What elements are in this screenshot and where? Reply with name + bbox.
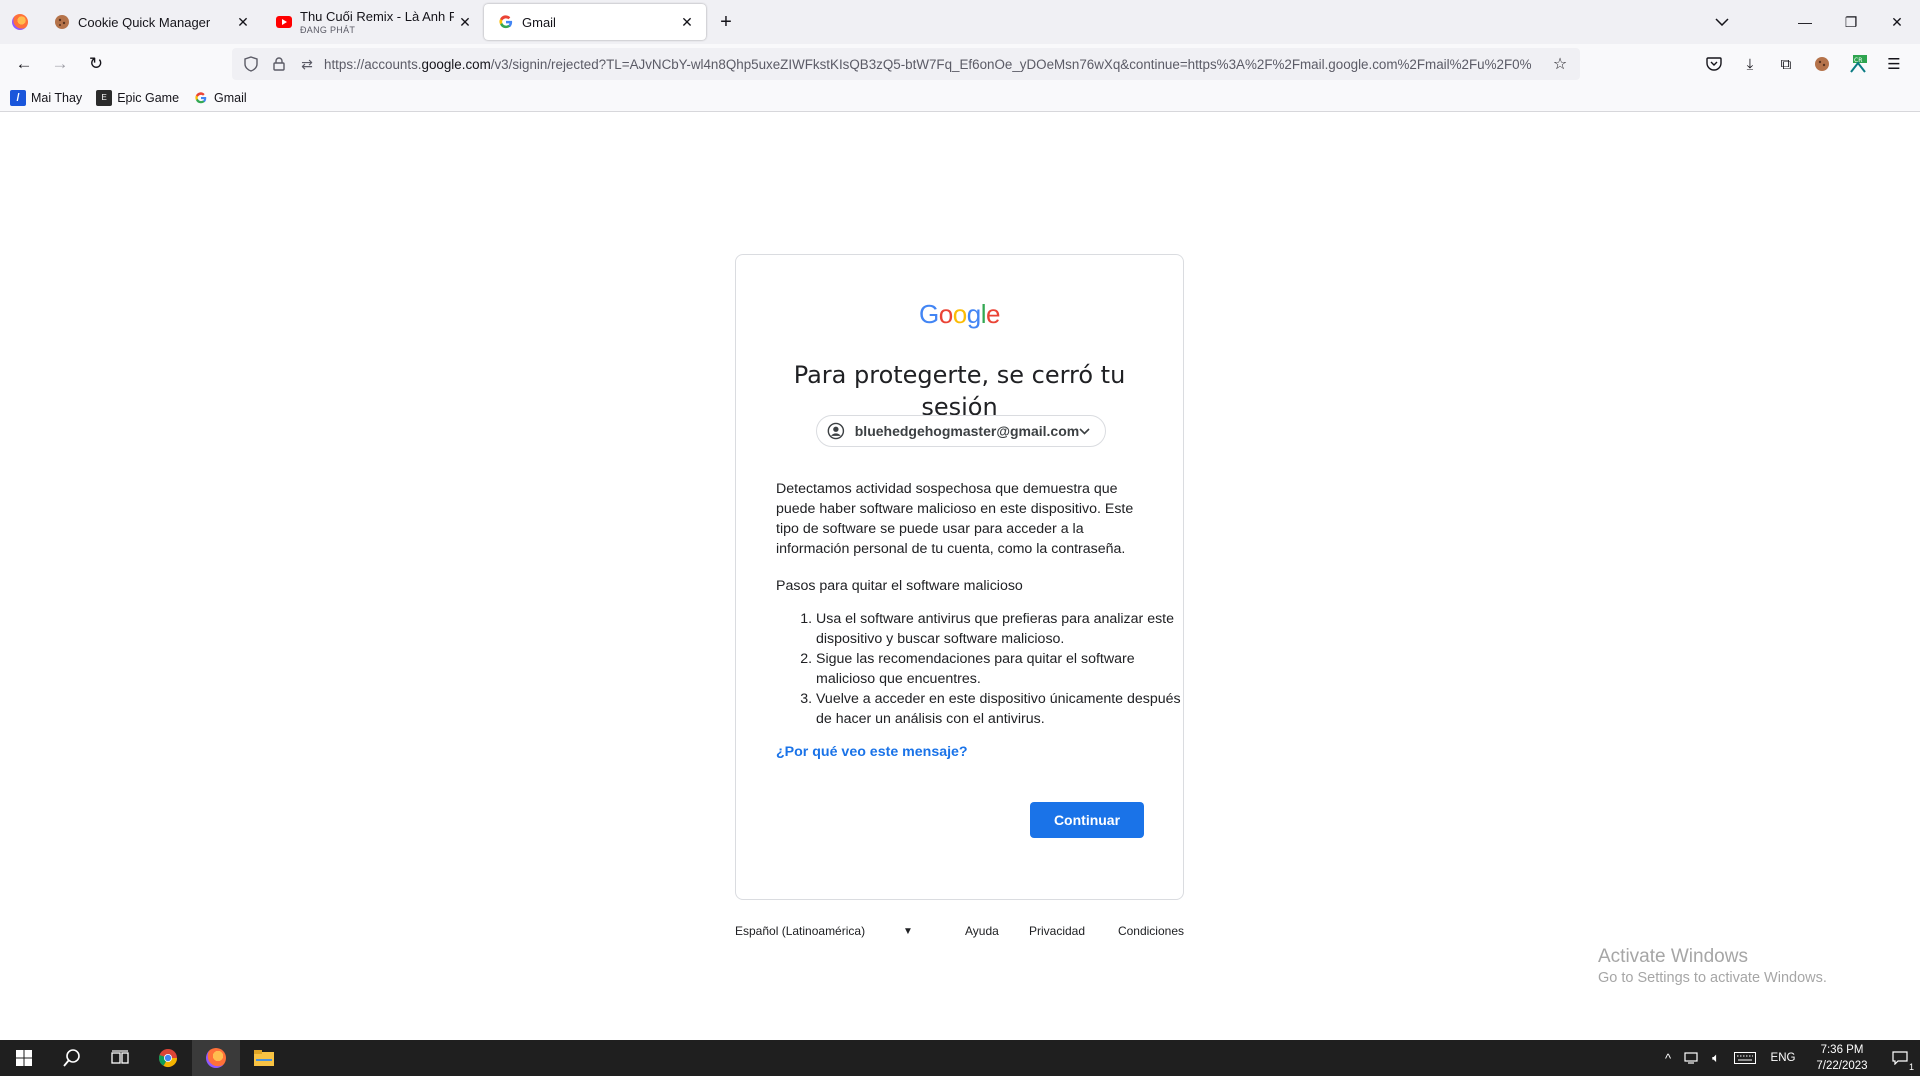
close-tab-icon[interactable]: ✕ [454, 11, 476, 33]
continue-button[interactable]: Continuar [1030, 802, 1144, 838]
google-g-icon [498, 14, 514, 30]
list-item: Usa el software antivirus que prefieras … [816, 609, 1196, 649]
list-all-tabs-chevron-icon[interactable] [1700, 0, 1744, 44]
bookmark-label: Mai Thay [31, 90, 83, 105]
firefox-view-button[interactable] [0, 0, 40, 44]
firefox-taskbar-icon[interactable] [192, 1040, 240, 1076]
signin-rejected-card: Google Para protegerte, se cerró tu sesi… [735, 254, 1184, 900]
restore-window-icon[interactable]: ❐ [1828, 0, 1874, 44]
warning-description: Detectamos actividad sospechosa que demu… [776, 481, 1134, 557]
search-icon[interactable] [48, 1040, 96, 1076]
epic-games-icon: E [96, 89, 113, 106]
google-g-icon [193, 90, 209, 106]
input-language[interactable]: ENG [1762, 1040, 1804, 1076]
bookmark-epic-game[interactable]: E Epic Game [96, 89, 180, 106]
tab-youtube[interactable]: Thu Cuối Remix - Là Anh Remix ĐANG PHÁT … [262, 4, 484, 40]
dropdown-arrow-icon[interactable]: ▼ [903, 926, 913, 937]
language-select[interactable]: Español (Latinoamérica) [735, 924, 865, 938]
show-hidden-icons-chevron-icon[interactable]: ^ [1656, 1040, 1680, 1076]
tab-cookie-quick-manager[interactable]: Cookie Quick Manager ✕ [40, 4, 262, 40]
downloads-icon[interactable]: ⤓ [1732, 48, 1768, 80]
tab-strip: Cookie Quick Manager ✕ Thu Cuối Remix - … [0, 0, 1920, 44]
tab-title: Thu Cuối Remix - Là Anh Remix [300, 9, 454, 24]
bookmark-star-icon[interactable]: ☆ [1548, 54, 1572, 74]
terms-link[interactable]: Condiciones [1118, 924, 1184, 938]
tab-title: Gmail [522, 14, 556, 30]
keyboard-icon[interactable] [1728, 1040, 1762, 1076]
watermark-subtitle: Go to Settings to activate Windows. [1598, 970, 1827, 986]
privacy-link[interactable]: Privacidad [1029, 924, 1085, 938]
bookmark-gmail[interactable]: Gmail [193, 90, 247, 106]
tab-title: Cookie Quick Manager [78, 14, 211, 30]
page-title: Para protegerte, se cerró tu sesión [793, 361, 1126, 422]
minimize-window-icon[interactable]: — [1782, 0, 1828, 44]
clock-time: 7:36 PM [1820, 1044, 1864, 1056]
tab-playing-label: ĐANG PHÁT [300, 25, 356, 35]
bookmarks-toolbar: / Mai Thay E Epic Game Gmail [0, 84, 1920, 112]
bookmark-label: Gmail [214, 90, 247, 105]
notifications-icon[interactable]: 1 [1880, 1040, 1920, 1076]
firefox-icon [12, 14, 28, 30]
list-item: Vuelve a acceder en este dispositivo úni… [816, 689, 1196, 729]
system-tray: ^ 🔈︎ ENG 7:36 PM 7/22/2023 1 [1656, 1040, 1920, 1076]
task-view-icon[interactable] [96, 1040, 144, 1076]
slash-bookmark-icon: / [10, 89, 26, 106]
cookie-icon [54, 14, 70, 30]
pocket-icon[interactable] [1696, 48, 1732, 80]
help-link[interactable]: Ayuda [965, 924, 999, 938]
close-tab-icon[interactable]: ✕ [232, 11, 254, 33]
close-tab-icon[interactable]: ✕ [676, 11, 698, 33]
navigation-toolbar: ← → ↻ ⇄ https://accounts.google.com/v3/s… [0, 44, 1920, 84]
menu-hamburger-icon[interactable]: ☰ [1876, 48, 1912, 80]
steps-list: Usa el software antivirus que prefieras … [776, 609, 1196, 729]
steps-title: Pasos para quitar el software malicioso [776, 578, 1023, 594]
activate-windows-watermark: Activate Windows Go to Settings to activ… [1598, 946, 1827, 986]
account-email: bluehedgehogmaster@gmail.com [854, 423, 1080, 439]
address-bar[interactable]: ⇄ https://accounts.google.com/v3/signin/… [232, 48, 1580, 80]
list-item: Sigue las recomendaciones para quitar el… [816, 649, 1196, 689]
cookie-extension-icon[interactable] [1804, 48, 1840, 80]
tracking-protection-shield-icon[interactable] [240, 53, 262, 75]
windows-taskbar: ^ 🔈︎ ENG 7:36 PM 7/22/2023 1 [0, 1040, 1920, 1076]
extensions-icon[interactable]: ⧉ [1768, 48, 1804, 80]
google-logo: Google [919, 299, 1000, 329]
chrome-icon[interactable] [144, 1040, 192, 1076]
url-text[interactable]: https://accounts.google.com/v3/signin/re… [324, 57, 1548, 72]
notification-count: 1 [1908, 1062, 1914, 1072]
clock[interactable]: 7:36 PM 7/22/2023 [1804, 1042, 1880, 1074]
padlock-icon[interactable] [268, 53, 290, 75]
close-window-icon[interactable]: ✕ [1874, 0, 1920, 44]
chevron-down-icon [1079, 424, 1095, 438]
windows-start-icon[interactable] [0, 1040, 48, 1076]
back-arrow-icon[interactable]: ← [6, 48, 42, 80]
account-circle-icon [827, 422, 845, 440]
youtube-icon [276, 14, 292, 30]
reload-icon[interactable]: ↻ [78, 48, 114, 80]
page-footer: Español (Latinoamérica) ▼ Ayuda Privacid… [735, 924, 1184, 944]
tab-gmail[interactable]: Gmail ✕ [484, 4, 706, 40]
forward-arrow-icon[interactable]: → [42, 48, 78, 80]
volume-icon[interactable]: 🔈︎ [1704, 1040, 1728, 1076]
new-tab-button[interactable]: + [708, 4, 744, 40]
bookmark-mai-thay[interactable]: / Mai Thay [10, 89, 83, 106]
network-icon[interactable] [1680, 1040, 1704, 1076]
bookmark-label: Epic Game [117, 90, 180, 105]
why-message-link[interactable]: ¿Por qué veo este mensaje? [776, 744, 968, 760]
cr-extension-icon[interactable]: CR [1840, 48, 1876, 80]
clock-date: 7/22/2023 [1816, 1060, 1868, 1072]
file-explorer-icon[interactable] [240, 1040, 288, 1076]
account-chip[interactable]: bluehedgehogmaster@gmail.com [816, 415, 1106, 447]
permissions-icon[interactable]: ⇄ [296, 53, 318, 75]
watermark-title: Activate Windows [1598, 946, 1748, 967]
